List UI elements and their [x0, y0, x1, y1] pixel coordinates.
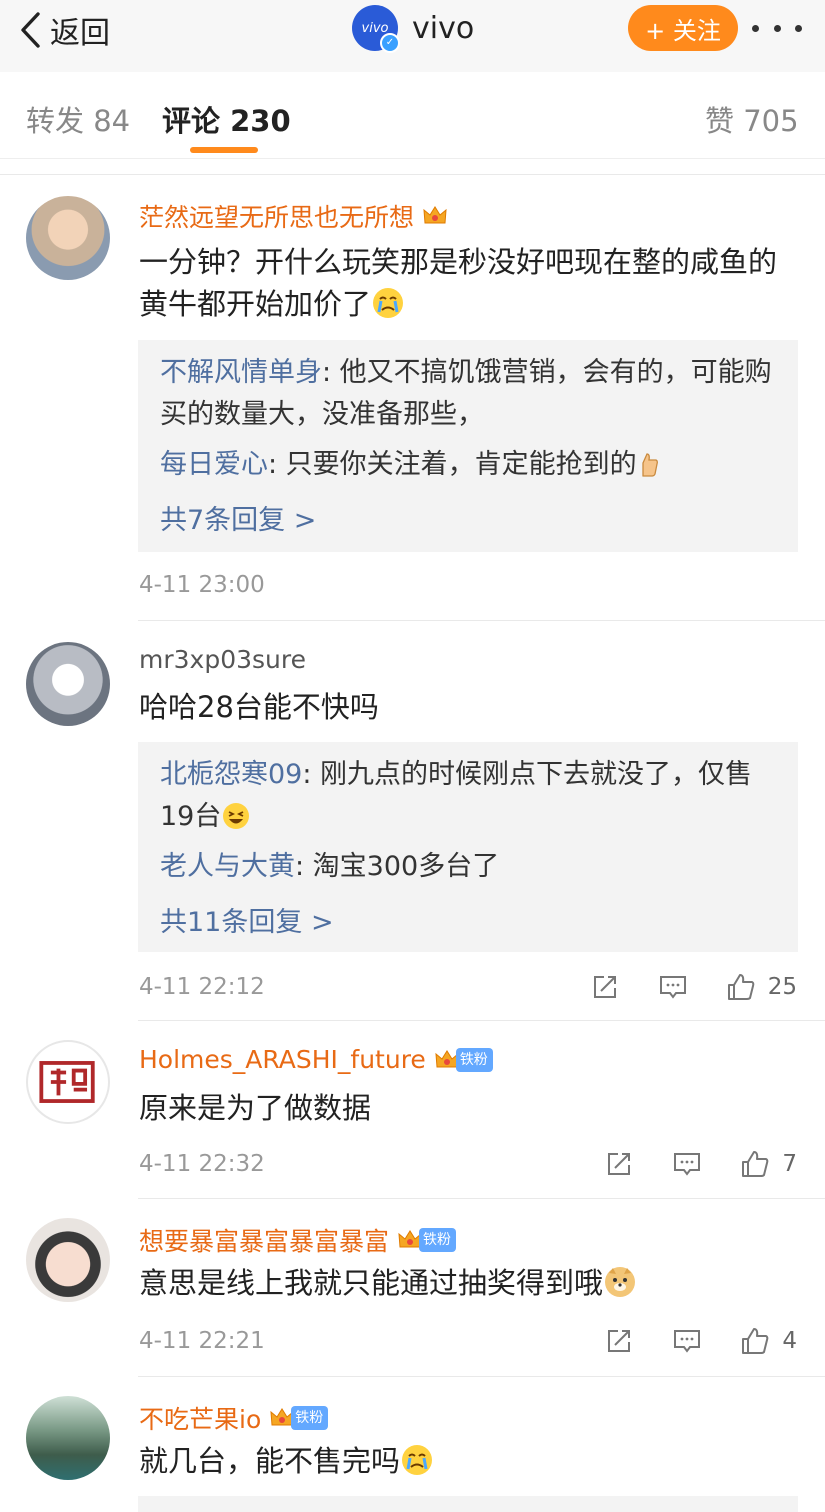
reply-text: : 只要你关注着，肯定能抢到的 [268, 449, 637, 480]
fan-badge: 铁粉 [455, 1047, 493, 1072]
comment-actions: 7 [604, 1147, 797, 1181]
reply-line: 老人与大黄: 淘宝300多台了 [160, 846, 780, 888]
view-more-replies-link[interactable]: 共7条回复 > [160, 498, 316, 537]
reply-box[interactable]: 不解风情单身: 他又不搞饥饿营销，会有的，可能购买的数量大，没准备那些， 每日爱… [138, 340, 798, 552]
divider [138, 1198, 825, 1199]
comment-text: 原来是为了做数据 [139, 1091, 372, 1125]
like-count: 7 [782, 1151, 797, 1177]
chevron-left-icon [21, 12, 40, 48]
view-more-replies-link[interactable]: 共11条回复 > [160, 900, 334, 939]
doge-emoji-icon [605, 1267, 636, 1297]
avatar[interactable] [26, 1040, 110, 1124]
username-text: 不吃芒果io [139, 1405, 262, 1434]
comment-timestamp: 4-11 22:32 [139, 1151, 265, 1177]
like-count: 25 [767, 974, 797, 1000]
comment-username[interactable]: mr3xp03sure [139, 645, 306, 674]
username-text: 茫然远望无所思也无所想 [139, 203, 415, 232]
reply-line: 北栀怨寒09: 刚九点的时候刚点下去就没了，仅售19台 [160, 754, 780, 838]
comment-text: 就几台，能不售完吗 [139, 1440, 799, 1482]
crown-icon [423, 206, 447, 224]
reply-text: : 淘宝300多台了 [295, 851, 500, 882]
active-tab-indicator [190, 147, 258, 153]
fan-badge: 铁粉 [291, 1406, 329, 1430]
divider [138, 1376, 825, 1377]
comment-username[interactable]: 不吃芒果io 铁粉 [139, 1400, 329, 1436]
like-icon[interactable] [740, 1149, 770, 1179]
comment-timestamp: 4-11 22:21 [139, 1328, 265, 1354]
share-icon[interactable] [604, 1326, 634, 1356]
comment-text: 哈哈28台能不快吗 [139, 690, 379, 724]
verified-icon: ✓ [380, 33, 400, 53]
username-text: mr3xp03sure [139, 645, 306, 674]
crying-emoji-icon [373, 288, 404, 318]
account-name: vivo [412, 10, 475, 46]
tab-bar: 转发 84 评论 230 赞 705 [0, 72, 825, 159]
comment-actions: 25 [590, 970, 797, 1004]
comment-text: 意思是线上我就只能通过抽奖得到哦 [139, 1262, 799, 1304]
comment-username[interactable]: Holmes_ARASHI_future 铁粉 [139, 1045, 493, 1074]
avatar[interactable] [26, 1218, 110, 1302]
comment-icon[interactable] [672, 1326, 702, 1356]
back-button[interactable]: 返回 [18, 10, 110, 51]
like-icon[interactable] [726, 972, 756, 1002]
laughing-emoji-icon [223, 803, 250, 829]
comment-text: 一分钟？开什么玩笑那是秒没好吧现在整的咸鱼的黄牛都开始加价了 [139, 245, 778, 321]
divider [138, 1020, 825, 1021]
divider [0, 174, 825, 175]
reply-username[interactable]: 不解风情单身 [160, 357, 322, 388]
comment-icon[interactable] [672, 1149, 702, 1179]
username-text: 想要暴富暴富暴富暴富 [139, 1227, 390, 1256]
tab-reposts[interactable]: 转发 84 [26, 98, 130, 140]
crying-emoji-icon [402, 1445, 433, 1475]
share-icon[interactable] [590, 972, 620, 1002]
reply-username[interactable]: 老人与大黄 [160, 851, 295, 882]
top-bar: 返回 vivo ✓ vivo + 关注 [0, 0, 825, 72]
reply-username[interactable]: 每日爱心 [160, 449, 268, 480]
account-header[interactable]: vivo ✓ vivo [352, 5, 475, 53]
divider [138, 620, 825, 621]
comment-timestamp: 4-11 22:12 [139, 974, 265, 1000]
reply-box[interactable] [138, 1496, 798, 1512]
reply-line: 不解风情单身: 他又不搞饥饿营销，会有的，可能购买的数量大，没准备那些， [160, 352, 780, 436]
tab-likes[interactable]: 赞 705 [705, 98, 799, 140]
reply-box[interactable]: 北栀怨寒09: 刚九点的时候刚点下去就没了，仅售19台 老人与大黄: 淘宝300… [138, 742, 798, 952]
fan-badge: 铁粉 [419, 1228, 457, 1252]
avatar[interactable] [26, 196, 110, 280]
seal-logo-icon [39, 1061, 95, 1103]
comment-username[interactable]: 想要暴富暴富暴富暴富 铁粉 [139, 1222, 457, 1258]
avatar[interactable] [26, 642, 110, 726]
like-count: 4 [782, 1328, 797, 1354]
thumbs-up-emoji-icon [642, 453, 658, 477]
comment-username[interactable]: 茫然远望无所思也无所想 [139, 198, 448, 234]
reply-line: 每日爱心: 只要你关注着，肯定能抢到的 [160, 444, 780, 486]
back-label: 返回 [50, 16, 110, 51]
comment-timestamp: 4-11 23:00 [139, 572, 265, 598]
avatar[interactable] [26, 1396, 110, 1480]
username-text: Holmes_ARASHI_future [139, 1045, 426, 1074]
comment-icon[interactable] [658, 972, 688, 1002]
tab-comments[interactable]: 评论 230 [162, 98, 291, 140]
follow-button[interactable]: + 关注 [628, 5, 738, 51]
share-icon[interactable] [604, 1149, 634, 1179]
account-avatar: vivo ✓ [352, 5, 400, 53]
more-options-icon[interactable] [752, 10, 802, 46]
comment-actions: 4 [604, 1324, 797, 1358]
like-icon[interactable] [740, 1326, 770, 1356]
reply-username[interactable]: 北栀怨寒09 [160, 759, 302, 790]
